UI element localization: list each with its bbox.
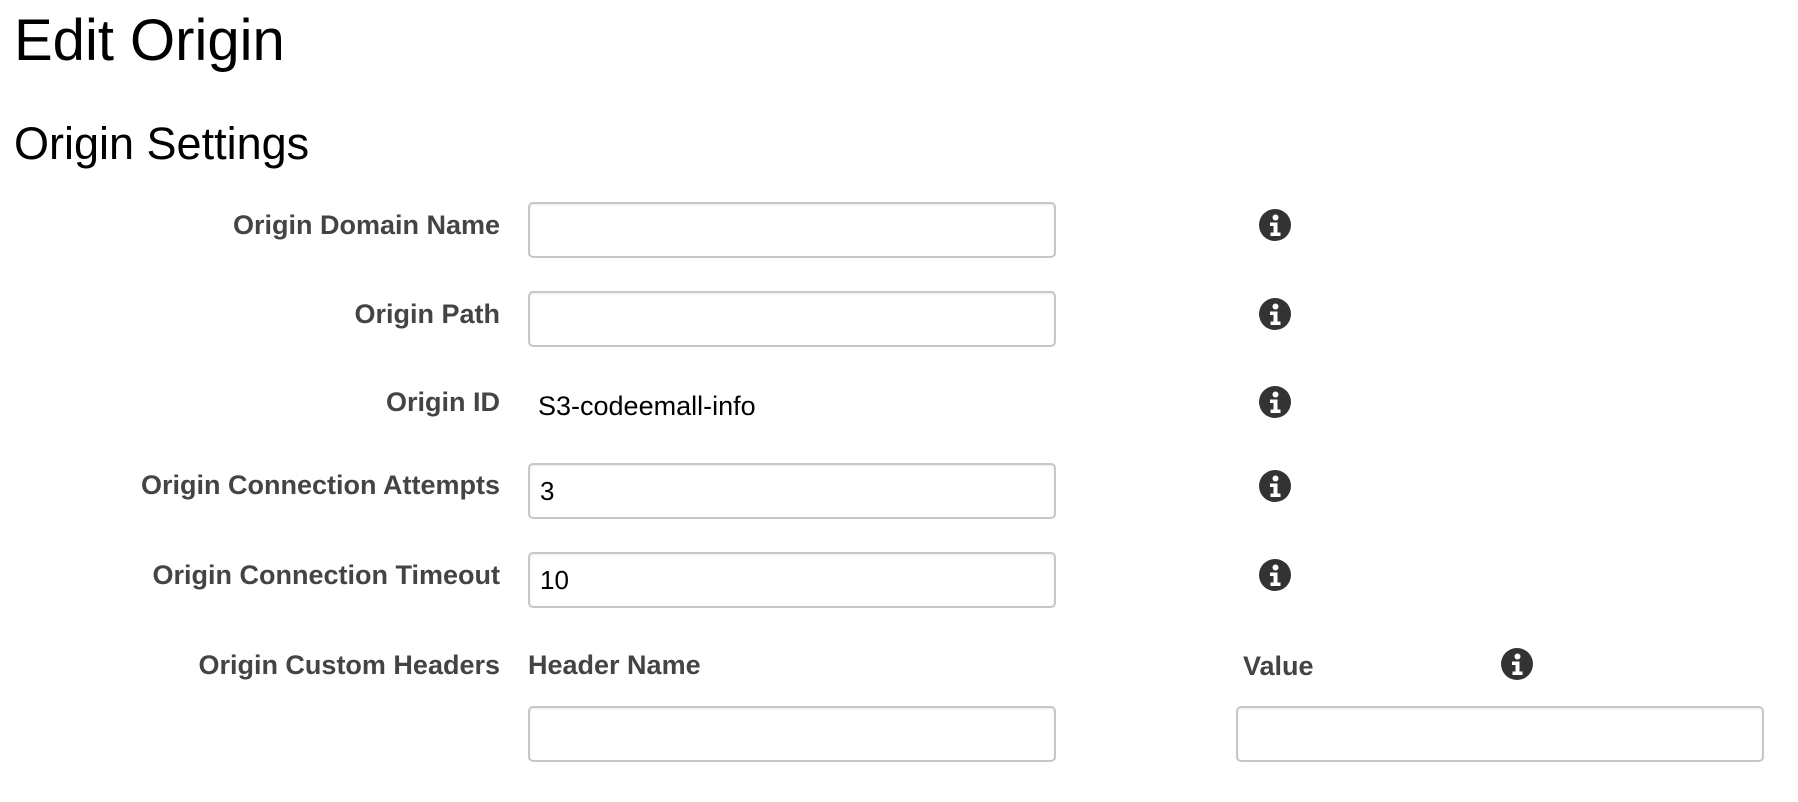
header-value-input[interactable] (1236, 706, 1764, 762)
header-name-input[interactable] (528, 706, 1056, 762)
header-name-column-label: Header Name (528, 650, 701, 680)
origin-id-label: Origin ID (386, 387, 500, 417)
info-icon[interactable] (1258, 385, 1292, 419)
origin-connection-timeout-input[interactable] (528, 552, 1056, 608)
info-icon[interactable] (1258, 558, 1292, 592)
origin-path-label: Origin Path (354, 299, 500, 329)
page-title: Edit Origin (14, 8, 285, 73)
origin-custom-headers-label: Origin Custom Headers (198, 650, 500, 680)
info-icon[interactable] (1258, 208, 1292, 242)
origin-connection-timeout-label: Origin Connection Timeout (152, 560, 501, 590)
origin-path-input[interactable] (528, 291, 1056, 347)
info-icon[interactable] (1258, 297, 1292, 331)
origin-domain-name-label: Origin Domain Name (232, 210, 500, 240)
section-title: Origin Settings (14, 118, 310, 169)
origin-connection-attempts-label: Origin Connection Attempts (141, 470, 500, 500)
origin-id-value: S3-codeemall-info (538, 391, 756, 421)
header-value-column-label: Value (1243, 651, 1314, 681)
origin-domain-name-input[interactable] (528, 202, 1056, 258)
info-icon[interactable] (1500, 647, 1534, 681)
origin-connection-attempts-input[interactable] (528, 463, 1056, 519)
info-icon[interactable] (1258, 469, 1292, 503)
